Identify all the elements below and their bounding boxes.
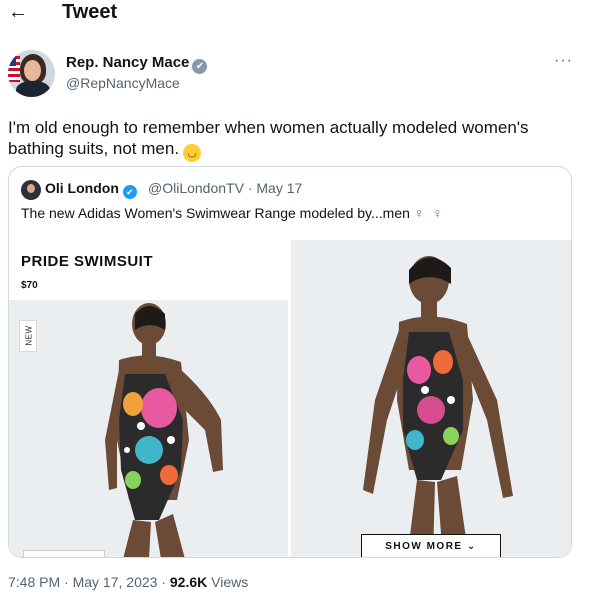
tweet-time[interactable]: 7:48 PM <box>8 574 60 590</box>
author-name-text: Rep. Nancy Mace <box>66 54 190 71</box>
tweet-text: I'm old enough to remember when women ac… <box>8 117 568 162</box>
separator-dot: · <box>64 574 69 590</box>
separator-dot: · <box>161 574 166 590</box>
swimsuit-product-image-right[interactable]: SHOW MORE ⌄ <box>291 240 571 557</box>
swimsuit-emoji-icon: ♀ ♀ <box>413 205 445 221</box>
author-avatar[interactable] <box>8 50 55 97</box>
upside-down-face-emoji-icon: ◡ <box>183 144 202 162</box>
tweet-body: I'm old enough to remember when women ac… <box>8 118 529 158</box>
product-price: $70 <box>21 280 38 291</box>
tweet-date[interactable]: May 17, 2023 <box>73 574 158 590</box>
quoted-tweet-body: The new Adidas Women's Swimwear Range mo… <box>21 205 410 221</box>
separator-dot: · <box>247 180 253 196</box>
quoted-author-handle-date: @OliLondonTV · May 17 <box>148 180 302 197</box>
quoted-author-handle: @OliLondonTV <box>148 180 244 196</box>
verified-badge-icon: ✔ <box>122 185 137 199</box>
page-title: Tweet <box>62 1 118 23</box>
model-photo <box>9 300 288 557</box>
quoted-tweet-text: The new Adidas Women's Swimwear Range mo… <box>21 205 445 222</box>
new-tag: NEW <box>19 320 37 352</box>
author-name[interactable]: Rep. Nancy Mace ✔ <box>66 54 208 74</box>
views-count: 92.6K <box>169 574 208 590</box>
partial-button <box>23 550 105 557</box>
quoted-tweet-date: May 17 <box>256 180 303 196</box>
quoted-author-name-text: Oli London <box>45 180 119 196</box>
model-figure-right <box>291 240 571 557</box>
views-label: Views <box>211 574 249 590</box>
quoted-author-name: Oli London ✔ <box>45 180 137 199</box>
page-header: ← Tweet <box>0 0 590 28</box>
flag-icon <box>8 56 20 82</box>
product-title: PRIDE SWIMSUIT <box>21 253 154 270</box>
back-arrow-icon[interactable]: ← <box>8 2 28 22</box>
show-more-button[interactable]: SHOW MORE ⌄ <box>361 534 501 557</box>
verified-badge-icon: ✔ <box>192 59 208 74</box>
quoted-tweet[interactable]: Oli London ✔ @OliLondonTV · May 17 The ne… <box>8 166 572 558</box>
quoted-author-avatar <box>21 180 41 200</box>
tweet-meta: 7:48 PM · May 17, 2023 · 92.6K Views <box>8 574 248 591</box>
more-options-icon[interactable]: ··· <box>554 52 573 70</box>
model-figure-left <box>9 300 288 557</box>
author-handle[interactable]: @RepNancyMace <box>66 75 180 92</box>
swimsuit-product-image-left[interactable]: PRIDE SWIMSUIT $70 NEW <box>9 240 288 557</box>
